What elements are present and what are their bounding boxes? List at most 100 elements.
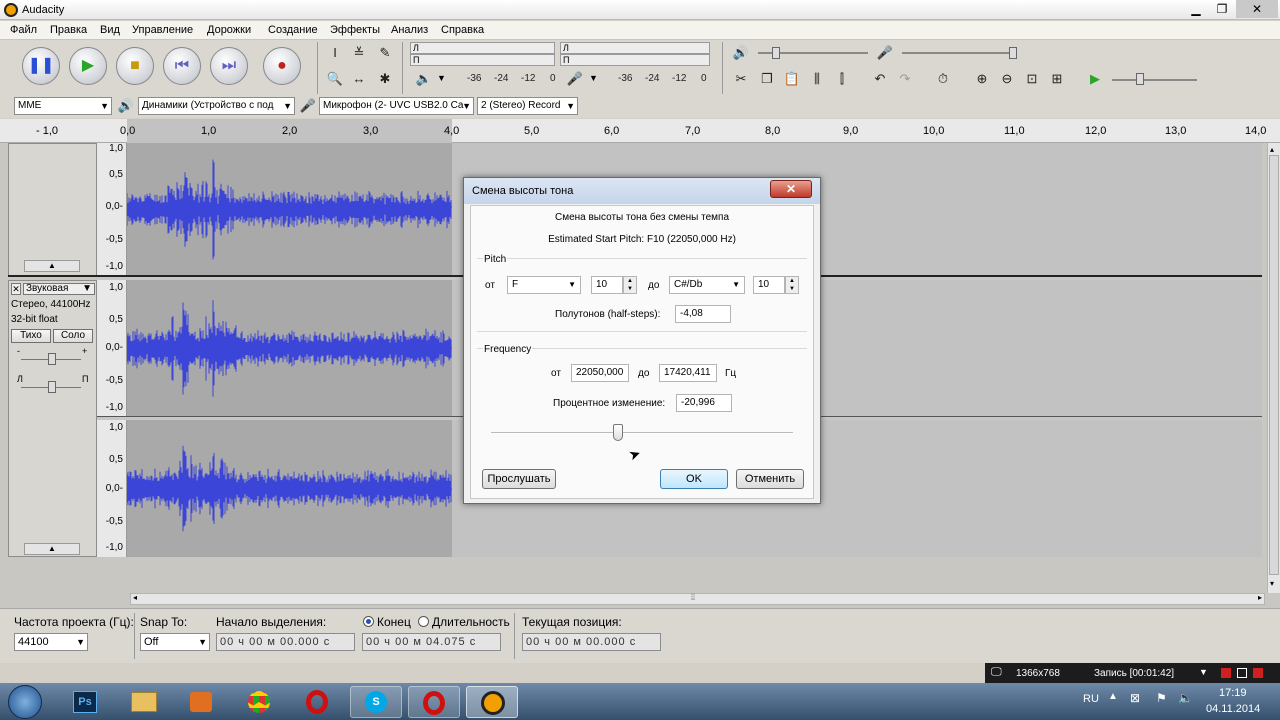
record-meter-left[interactable]: Л	[560, 42, 710, 54]
skype-taskbar-icon[interactable]: S	[350, 686, 402, 718]
scroll-thumb[interactable]	[1269, 155, 1279, 575]
scroll-left-icon[interactable]: ◂	[133, 593, 137, 602]
opera-taskbar-icon[interactable]	[292, 686, 344, 718]
chrome-taskbar-icon[interactable]	[234, 686, 286, 718]
dialog-close-icon[interactable]: ✕	[770, 180, 812, 198]
pitch-from-octave-input[interactable]: 10	[591, 276, 623, 294]
skip-end-button[interactable]: ⏭	[210, 47, 248, 85]
selection-start-time[interactable]: 00 ч 00 м 00.000 с	[216, 633, 355, 651]
draw-tool-icon[interactable]: ✎	[376, 44, 394, 62]
channels-select[interactable]: 2 (Stereo) Record ▼	[477, 97, 578, 115]
collapse-track-icon[interactable]: ▲	[24, 543, 80, 555]
spin-updown-icon[interactable]: ▲ ▼	[785, 276, 799, 294]
slider-thumb[interactable]	[612, 424, 623, 441]
minimize-button[interactable]: ▁	[1182, 0, 1210, 18]
record-meter-right[interactable]: П	[560, 54, 710, 66]
menu-analyze[interactable]: Анализ	[391, 24, 428, 36]
pitch-from-note-select[interactable]: F ▼	[507, 276, 581, 294]
slider-thumb[interactable]	[48, 381, 56, 393]
timeshift-tool-icon[interactable]: ↔	[350, 70, 368, 88]
close-track-icon[interactable]: ✕	[11, 283, 21, 295]
sync-lock-icon[interactable]: ⏱	[934, 70, 952, 88]
speaker-icon[interactable]: 🔈	[415, 70, 433, 88]
menu-effects[interactable]: Эффекты	[330, 24, 380, 36]
input-device-select[interactable]: Микрофон (2- UVC USB2.0 Ca ▼	[319, 97, 474, 115]
opera-window-taskbar-icon[interactable]	[408, 686, 460, 718]
tray-expand-icon[interactable]: ▲	[1108, 691, 1118, 702]
media-player-taskbar-icon[interactable]	[176, 686, 228, 718]
silence-icon[interactable]: ⫿	[833, 70, 851, 88]
cancel-button[interactable]: Отменить	[736, 469, 804, 489]
volume-icon[interactable]: 🔈	[1178, 691, 1193, 705]
waveform-selected[interactable]	[126, 280, 452, 417]
horizontal-scrollbar[interactable]: ◂ ⦙⦙ ▸	[130, 592, 1265, 605]
playback-meter-right[interactable]: П	[410, 54, 555, 66]
photoshop-taskbar-icon[interactable]: Ps	[60, 686, 112, 718]
cut-icon[interactable]: ✂	[732, 70, 750, 88]
network-icon[interactable]: ⊠	[1130, 691, 1140, 705]
mute-button[interactable]: Тихо	[11, 329, 51, 343]
track-control-panel[interactable]: ✕ Звуковая ▼ Стерео, 44100Hz 32-bit float…	[8, 280, 97, 557]
playback-meter-left[interactable]: Л	[410, 42, 555, 54]
play-button[interactable]: ▶	[69, 47, 107, 85]
snap-to-select[interactable]: Off ▼	[140, 633, 210, 651]
scroll-up-icon[interactable]: ▴	[1270, 145, 1274, 154]
fit-selection-icon[interactable]: ⊡	[1023, 70, 1041, 88]
scroll-right-icon[interactable]: ▸	[1258, 593, 1262, 602]
menu-help[interactable]: Справка	[441, 24, 484, 36]
percent-change-input[interactable]: -20,996	[676, 394, 732, 412]
waveform-selected[interactable]	[126, 143, 452, 276]
menu-generate[interactable]: Создание	[268, 24, 318, 36]
microphone-icon[interactable]: 🎤	[566, 70, 584, 88]
freq-from-input[interactable]: 22050,000	[571, 364, 629, 382]
explorer-taskbar-icon[interactable]	[118, 686, 170, 718]
spin-updown-icon[interactable]: ▲ ▼	[623, 276, 637, 294]
pause-button[interactable]: ❚❚	[22, 47, 60, 85]
stop-button[interactable]: ■	[116, 47, 154, 85]
solo-button[interactable]: Соло	[53, 329, 93, 343]
camera-icon[interactable]	[1237, 668, 1247, 678]
play-at-speed-icon[interactable]: ▶	[1086, 70, 1104, 88]
menu-transport[interactable]: Управление	[132, 24, 193, 36]
track-name-menu[interactable]: Звуковая ▼	[23, 283, 95, 295]
language-indicator[interactable]: RU	[1083, 693, 1099, 705]
project-rate-select[interactable]: 44100 ▼	[14, 633, 88, 651]
slider-thumb[interactable]	[48, 353, 56, 365]
pitch-to-note-select[interactable]: C#/Db ▼	[669, 276, 745, 294]
fit-project-icon[interactable]: ⊞	[1048, 70, 1066, 88]
redo-icon[interactable]: ↷	[896, 70, 914, 88]
skip-start-button[interactable]: ⏮	[163, 47, 201, 85]
zoom-tool-icon[interactable]: 🔍	[326, 70, 344, 88]
dropdown-arrow-icon[interactable]: ▼	[589, 73, 598, 83]
vertical-scrollbar[interactable]: ▴ ▾	[1267, 143, 1280, 593]
stop-record-icon[interactable]	[1221, 668, 1231, 678]
multi-tool-icon[interactable]: ✱	[376, 70, 394, 88]
length-radio[interactable]	[418, 616, 429, 627]
scroll-down-icon[interactable]: ▾	[1270, 579, 1274, 588]
selection-end-time[interactable]: 00 ч 00 м 04.075 с	[362, 633, 501, 651]
collapse-track-icon[interactable]: ▲	[24, 260, 80, 272]
track-control-panel[interactable]: ▲	[8, 143, 97, 276]
slider-thumb[interactable]	[772, 47, 780, 59]
scroll-thumb-grip-icon[interactable]: ⦙⦙	[691, 592, 695, 603]
zoom-in-icon[interactable]: ⊕	[973, 70, 991, 88]
semitones-input[interactable]: -4,08	[675, 305, 731, 323]
record-button[interactable]: ●	[263, 47, 301, 85]
maximize-button[interactable]: ❐	[1208, 0, 1236, 18]
record-volume-slider[interactable]	[902, 52, 1017, 54]
slider-thumb[interactable]	[1009, 47, 1017, 59]
freq-to-input[interactable]: 17420,411	[659, 364, 717, 382]
dropdown-arrow-icon[interactable]: ▼	[1199, 667, 1208, 677]
menu-tracks[interactable]: Дорожки	[207, 24, 251, 36]
start-button-icon[interactable]	[8, 685, 42, 719]
menu-file[interactable]: Файл	[10, 24, 37, 36]
pitch-to-octave-input[interactable]: 10	[753, 276, 785, 294]
action-center-icon[interactable]: ⚑	[1156, 691, 1167, 705]
host-select[interactable]: MME ▼	[14, 97, 112, 115]
ok-button[interactable]: OK	[660, 469, 728, 489]
paste-icon[interactable]: 📋	[783, 70, 801, 88]
dropdown-arrow-icon[interactable]: ▼	[437, 73, 446, 83]
audacity-taskbar-icon[interactable]	[466, 686, 518, 718]
slider-thumb[interactable]	[1136, 73, 1144, 85]
zoom-out-icon[interactable]: ⊖	[998, 70, 1016, 88]
